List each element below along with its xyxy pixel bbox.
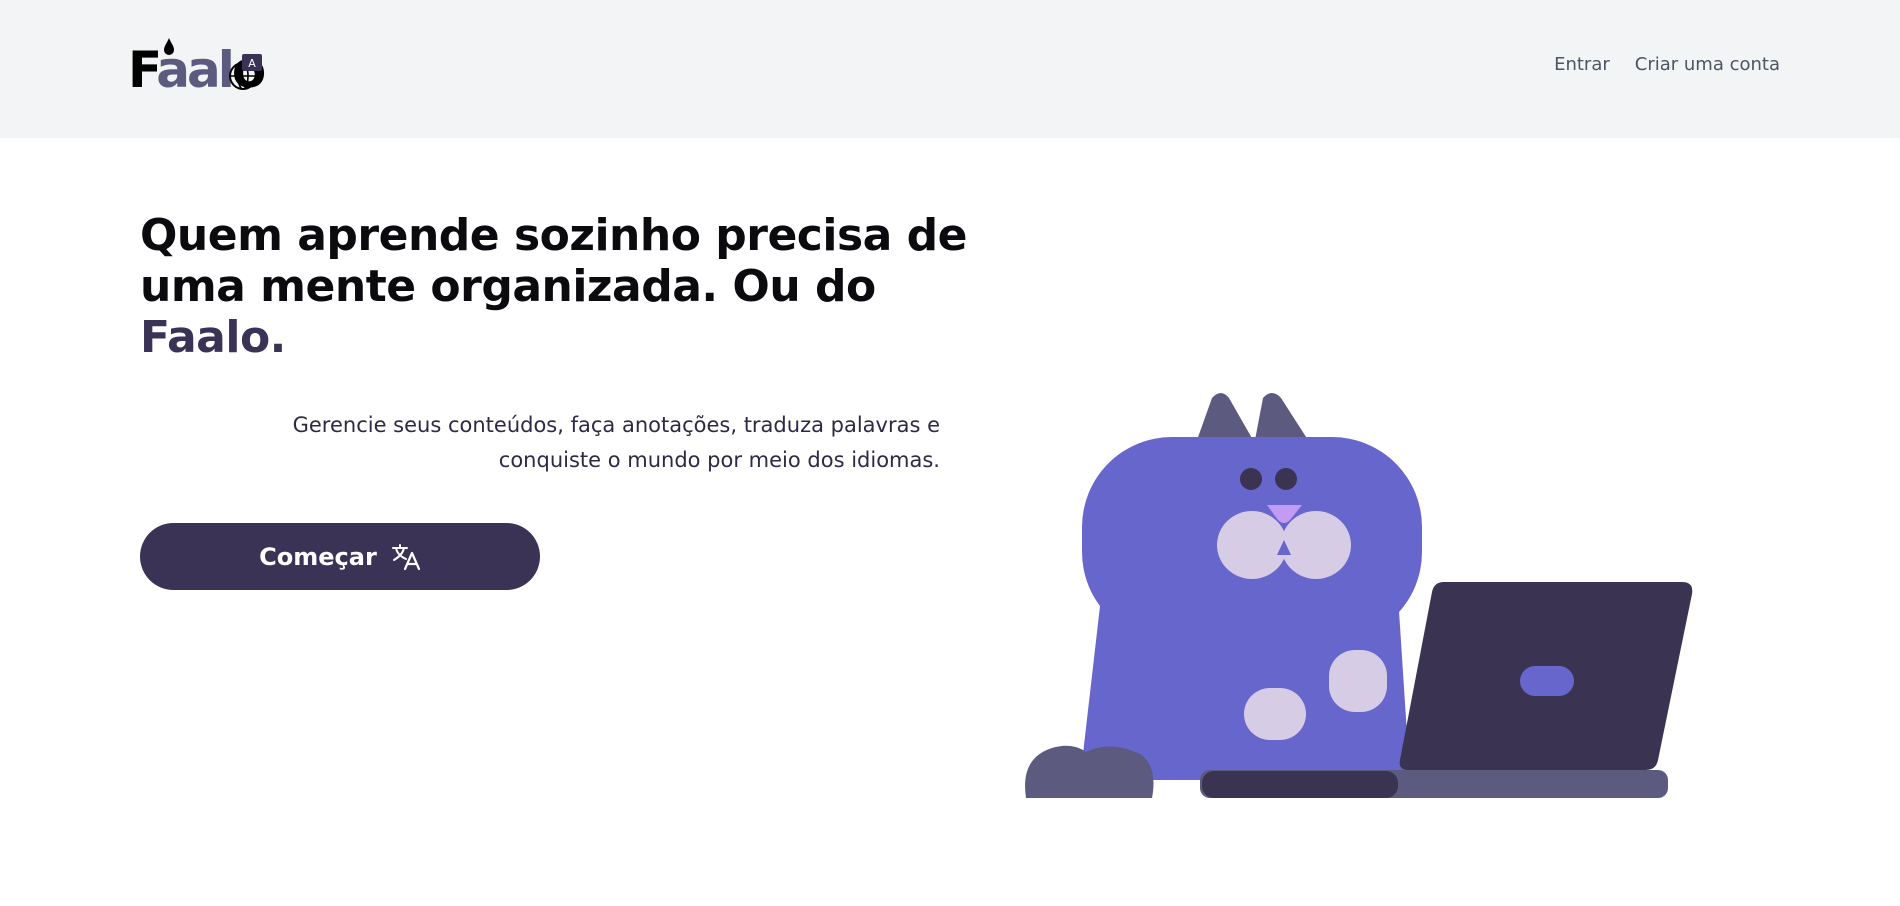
cat-right-eye: [1275, 468, 1297, 490]
hero-title-line1: Quem aprende sozinho precisa de: [140, 210, 968, 261]
cat-laptop-illustration: [1025, 393, 1693, 798]
drop-icon: [164, 38, 174, 55]
cat-tail: [1202, 771, 1398, 798]
cat-spot-2: [1329, 650, 1387, 712]
svg-text:A: A: [248, 57, 256, 70]
cat-muzzle-right: [1281, 511, 1351, 579]
hero-title-brand: Faalo.: [140, 312, 286, 363]
cat-spot-1: [1244, 688, 1306, 740]
translate-globe-icon: A: [229, 54, 262, 90]
laptop-logo: [1520, 666, 1574, 696]
login-link[interactable]: Entrar: [1554, 54, 1610, 75]
cat-paw: [1025, 745, 1154, 798]
start-button[interactable]: Começar: [140, 523, 540, 590]
cat-left-eye: [1240, 468, 1262, 490]
faalo-logo[interactable]: Faalo A: [128, 38, 278, 98]
signup-link[interactable]: Criar uma conta: [1635, 54, 1780, 75]
hero-title: Quem aprende sozinho precisa de uma ment…: [140, 210, 980, 363]
translate-icon: [391, 543, 420, 570]
start-button-label: Começar: [259, 542, 377, 571]
top-nav: Entrar Criar uma conta: [1554, 54, 1780, 75]
hero-title-line2: uma mente organizada. Ou do: [140, 261, 876, 312]
hero-subtitle: Gerencie seus conteúdos, faça anotações,…: [292, 413, 940, 472]
cat-muzzle-left: [1217, 511, 1287, 579]
cat-right-ear: [1255, 393, 1308, 440]
cat-left-ear: [1197, 393, 1253, 440]
header: Faalo A Entrar Criar uma conta: [0, 0, 1900, 138]
